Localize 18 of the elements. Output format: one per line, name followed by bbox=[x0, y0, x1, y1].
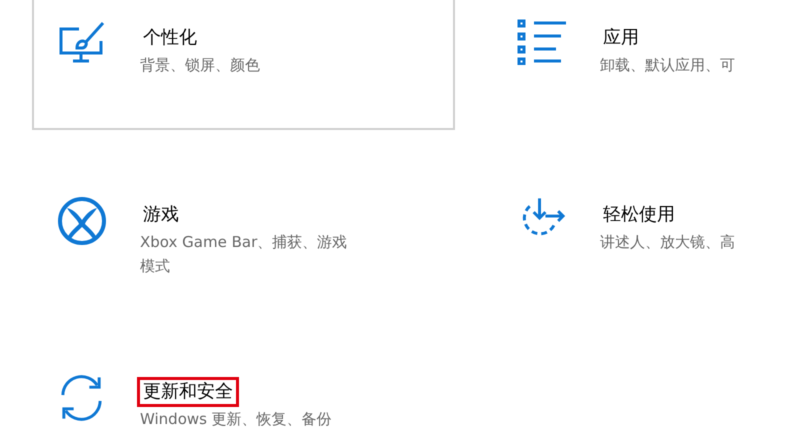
tile-description: Windows 更新、恢复、备份 bbox=[140, 409, 332, 430]
settings-tile[interactable]: 更新和安全 Windows 更新、恢复、备份 bbox=[32, 341, 455, 444]
tile-title: 游戏 bbox=[142, 203, 180, 227]
tile-description: 背景、锁屏、颜色 bbox=[140, 55, 260, 76]
list-icon bbox=[516, 19, 566, 65]
settings-tile[interactable]: 应用 卸载、默认应用、可 bbox=[492, 0, 800, 130]
tile-title: 轻松使用 bbox=[602, 203, 676, 227]
tile-title: 更新和安全 bbox=[137, 377, 239, 407]
tile-title: 应用 bbox=[602, 26, 640, 50]
monitor-brush-icon bbox=[56, 19, 106, 65]
settings-tile[interactable]: 游戏 Xbox Game Bar、捕获、游戏模式 bbox=[32, 164, 455, 307]
xbox-icon bbox=[56, 196, 106, 246]
tile-description: 讲述人、放大镜、高 bbox=[600, 232, 735, 253]
settings-tile[interactable]: 个性化 背景、锁屏、颜色 bbox=[32, 0, 455, 130]
tile-description: Xbox Game Bar、捕获、游戏模式 bbox=[140, 232, 348, 277]
tile-description: 卸载、默认应用、可 bbox=[600, 55, 735, 76]
tile-title: 个性化 bbox=[142, 26, 198, 50]
settings-tile[interactable]: 轻松使用 讲述人、放大镜、高 bbox=[492, 164, 800, 307]
